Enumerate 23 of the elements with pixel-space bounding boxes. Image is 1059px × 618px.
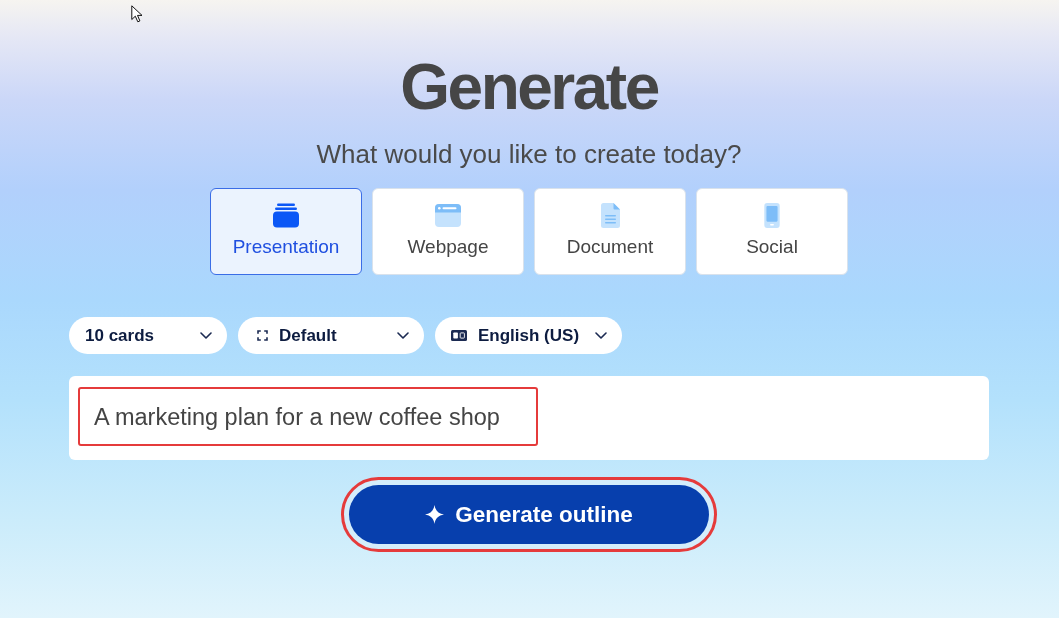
sparkle-icon <box>425 505 445 524</box>
frame-corners-icon <box>257 330 268 341</box>
content-type-tab[interactable]: Presentation <box>210 188 362 275</box>
option-dropdown[interactable]: Default <box>238 317 424 354</box>
chevron-down-icon <box>595 332 607 339</box>
option-dropdown[interactable]: English (US) <box>435 317 622 354</box>
document-icon <box>600 203 620 228</box>
option-dropdown[interactable]: 10 cards <box>69 317 227 354</box>
content-type-tab[interactable]: Document <box>534 188 686 275</box>
prompt-text: A marketing plan for a new coffee shop <box>94 402 500 431</box>
content-type-tab[interactable]: Social <box>696 188 848 275</box>
content-type-tab[interactable]: Webpage <box>372 188 524 275</box>
page-subtitle: What would you like to create today? <box>316 139 742 169</box>
phone-icon <box>764 203 780 228</box>
generate-button[interactable]: Generate outline <box>349 485 709 544</box>
prompt-field[interactable]: A marketing plan for a new coffee shop <box>69 376 989 460</box>
browser-window-icon <box>435 203 461 228</box>
mouse-pointer-icon <box>131 5 143 23</box>
chevron-down-icon <box>200 332 212 339</box>
stack-icon <box>273 203 299 228</box>
chevron-down-icon <box>397 332 409 339</box>
translate-icon <box>451 330 467 341</box>
page-title: Generate <box>400 50 658 124</box>
